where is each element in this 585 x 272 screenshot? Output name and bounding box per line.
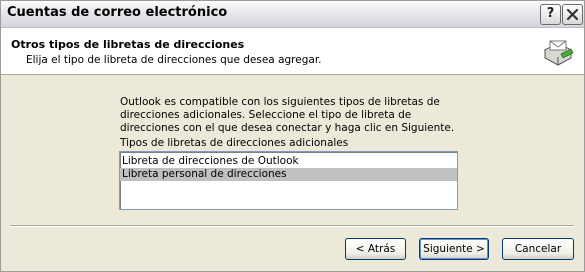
header-title: Otros tipos de libretas de direcciones [11, 38, 245, 51]
wizard-header: Otros tipos de libretas de direcciones E… [1, 28, 584, 75]
separator [10, 225, 574, 227]
close-icon [566, 8, 579, 21]
next-button[interactable]: Siguiente > [419, 238, 489, 260]
list-item-outlook[interactable]: Libreta de direcciones de Outlook [120, 155, 457, 168]
description-text: Outlook es compatible con los siguientes… [120, 96, 455, 134]
back-button[interactable]: < Atrás [345, 238, 406, 260]
list-item-personal[interactable]: Libreta personal de direcciones [120, 168, 457, 181]
title-bar[interactable]: Cuentas de correo electrónico ? [1, 1, 584, 28]
help-button[interactable]: ? [540, 4, 561, 25]
address-book-icon [543, 40, 574, 66]
list-label: Tipos de libretas de direcciones adicion… [120, 137, 349, 149]
help-icon: ? [546, 6, 555, 21]
dialog-window: Cuentas de correo electrónico ? Otros ti… [0, 0, 585, 272]
cancel-button[interactable]: Cancelar [502, 238, 574, 260]
address-book-type-list[interactable]: Libreta de direcciones de Outlook Libret… [119, 151, 458, 210]
window-title: Cuentas de correo electrónico [7, 5, 228, 20]
header-subtitle: Elija el tipo de libreta de direcciones … [26, 54, 322, 66]
close-button[interactable] [562, 4, 583, 25]
